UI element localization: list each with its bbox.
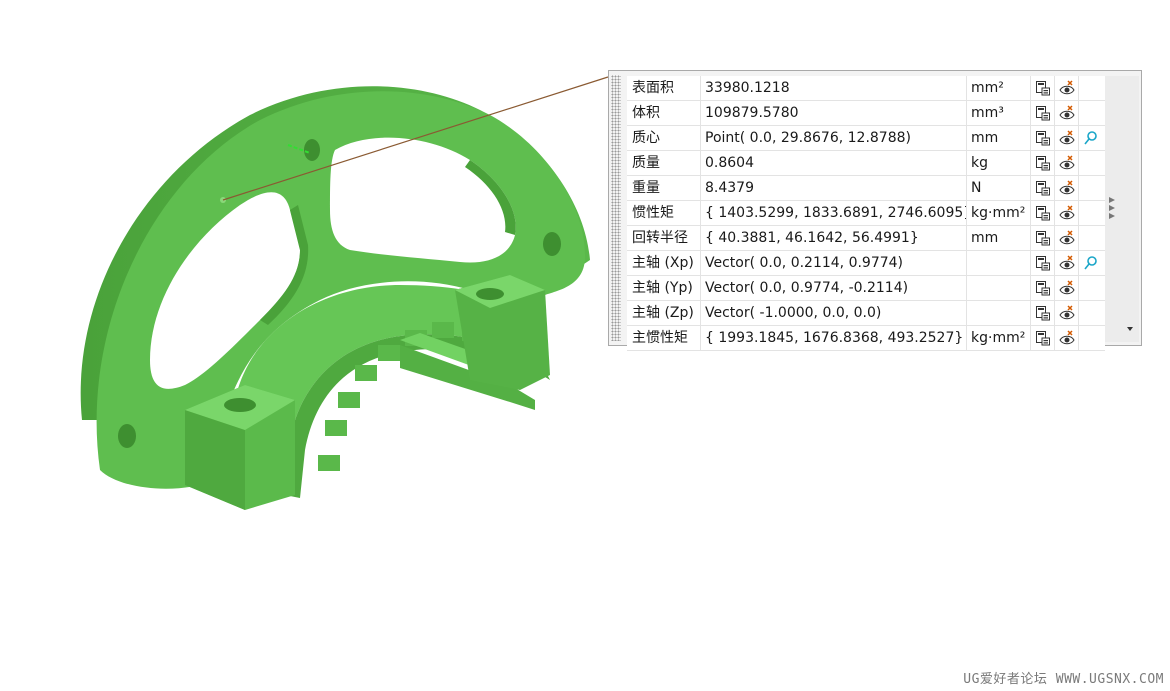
- row-value: 33980.1218: [701, 76, 967, 100]
- export-icon[interactable]: [1031, 326, 1055, 350]
- row-label: 主轴 (Zp): [627, 301, 701, 325]
- empty-icon-slot: [1079, 226, 1105, 250]
- table-row[interactable]: 惯性矩{ 1403.5299, 1833.6891, 2746.6095} kg·…: [627, 201, 1105, 226]
- empty-icon-slot: [1079, 176, 1105, 200]
- row-unit: [967, 301, 1031, 325]
- row-label: 表面积: [627, 76, 701, 100]
- visibility-icon[interactable]: [1055, 276, 1079, 300]
- export-icon[interactable]: [1031, 151, 1055, 175]
- export-icon[interactable]: [1031, 201, 1055, 225]
- export-icon[interactable]: [1031, 276, 1055, 300]
- visibility-icon[interactable]: [1055, 151, 1079, 175]
- row-unit: N: [967, 176, 1031, 200]
- expand-arrow-icon[interactable]: [1109, 213, 1115, 219]
- table-row[interactable]: 回转半径{ 40.3881, 46.1642, 56.4991} mm: [627, 226, 1105, 251]
- row-value: Vector( 0.0, 0.2114, 0.9774): [701, 251, 967, 275]
- create-point-icon[interactable]: [1079, 126, 1105, 150]
- row-value: { 1993.1845, 1676.8368, 493.2527}: [701, 326, 967, 350]
- export-icon[interactable]: [1031, 251, 1055, 275]
- drag-grip[interactable]: [611, 75, 621, 341]
- table-row[interactable]: 主轴 (Yp) Vector( 0.0, 0.9774, -0.2114): [627, 276, 1105, 301]
- mount-hole: [543, 232, 561, 256]
- table-row[interactable]: 质心 Point( 0.0, 29.8676, 12.8788) mm: [627, 126, 1105, 151]
- export-icon[interactable]: [1031, 176, 1055, 200]
- row-value: { 40.3881, 46.1642, 56.4991}: [701, 226, 967, 250]
- table-row[interactable]: 体积 109879.5780 mm³: [627, 101, 1105, 126]
- row-unit: [967, 276, 1031, 300]
- empty-icon-slot: [1079, 76, 1105, 100]
- row-value: 0.8604: [701, 151, 967, 175]
- row-label: 回转半径: [627, 226, 701, 250]
- table-row[interactable]: 主轴 (Zp) Vector( -1.0000, 0.0, 0.0): [627, 301, 1105, 326]
- row-unit: kg·mm²: [967, 326, 1031, 350]
- visibility-icon[interactable]: [1055, 251, 1079, 275]
- row-label: 质量: [627, 151, 701, 175]
- boss-hole: [224, 398, 256, 412]
- empty-icon-slot: [1079, 151, 1105, 175]
- mount-hole: [304, 139, 320, 161]
- visibility-icon[interactable]: [1055, 101, 1079, 125]
- row-unit: mm: [967, 226, 1031, 250]
- row-unit: [967, 251, 1031, 275]
- row-value: Vector( -1.0000, 0.0, 0.0): [701, 301, 967, 325]
- row-label: 质心: [627, 126, 701, 150]
- visibility-icon[interactable]: [1055, 126, 1079, 150]
- table-row[interactable]: 重量 8.4379 N: [627, 176, 1105, 201]
- row-label: 惯性矩: [627, 201, 701, 225]
- visibility-icon[interactable]: [1055, 76, 1079, 100]
- measurement-table: 表面积 33980.1218 mm² 体积 109879.5780 mm³ 质心 Point(…: [627, 76, 1105, 351]
- visibility-icon[interactable]: [1055, 301, 1079, 325]
- visibility-icon[interactable]: [1055, 201, 1079, 225]
- export-icon[interactable]: [1031, 76, 1055, 100]
- create-vector-icon[interactable]: [1079, 251, 1105, 275]
- visibility-icon[interactable]: [1055, 176, 1079, 200]
- expand-arrow-icon[interactable]: [1109, 205, 1115, 211]
- boss-hole: [476, 288, 504, 300]
- visibility-icon[interactable]: [1055, 226, 1079, 250]
- table-row[interactable]: 主轴 (Xp) Vector( 0.0, 0.2114, 0.9774): [627, 251, 1105, 276]
- row-unit: kg·mm²: [967, 201, 1031, 225]
- table-row[interactable]: 质量 0.8604 kg: [627, 151, 1105, 176]
- row-label: 体积: [627, 101, 701, 125]
- row-label: 主惯性矩: [627, 326, 701, 350]
- export-icon[interactable]: [1031, 301, 1055, 325]
- row-value: Vector( 0.0, 0.9774, -0.2114): [701, 276, 967, 300]
- export-icon[interactable]: [1031, 101, 1055, 125]
- row-unit: mm: [967, 126, 1031, 150]
- empty-icon-slot: [1079, 276, 1105, 300]
- row-unit: mm²: [967, 76, 1031, 100]
- export-icon[interactable]: [1031, 126, 1055, 150]
- row-unit: mm³: [967, 101, 1031, 125]
- expand-arrow-icon[interactable]: [1109, 197, 1115, 203]
- row-label: 主轴 (Xp): [627, 251, 701, 275]
- empty-icon-slot: [1079, 326, 1105, 350]
- watermark: UG爱好者论坛 WWW.UGSNX.COM: [963, 672, 1164, 687]
- empty-icon-slot: [1079, 201, 1105, 225]
- row-label: 重量: [627, 176, 701, 200]
- row-value: Point( 0.0, 29.8676, 12.8788): [701, 126, 967, 150]
- row-label: 主轴 (Yp): [627, 276, 701, 300]
- row-value: 109879.5780: [701, 101, 967, 125]
- dropdown-icon[interactable]: [1127, 327, 1133, 331]
- export-icon[interactable]: [1031, 226, 1055, 250]
- empty-icon-slot: [1079, 301, 1105, 325]
- bracket-part[interactable]: [80, 86, 591, 510]
- table-row[interactable]: 主惯性矩{ 1993.1845, 1676.8368, 493.2527} kg·…: [627, 326, 1105, 351]
- row-value: { 1403.5299, 1833.6891, 2746.6095}: [701, 201, 967, 225]
- measurement-panel[interactable]: 表面积 33980.1218 mm² 体积 109879.5780 mm³ 质心 Point(…: [608, 70, 1142, 351]
- mount-hole: [118, 424, 136, 448]
- visibility-icon[interactable]: [1055, 326, 1079, 350]
- table-row[interactable]: 表面积 33980.1218 mm²: [627, 76, 1105, 101]
- row-value: 8.4379: [701, 176, 967, 200]
- row-unit: kg: [967, 151, 1031, 175]
- empty-icon-slot: [1079, 101, 1105, 125]
